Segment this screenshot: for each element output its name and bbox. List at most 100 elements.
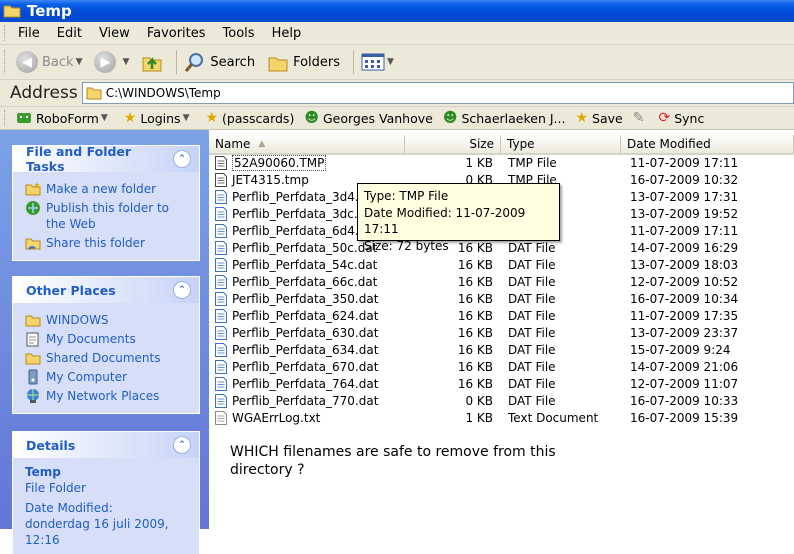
file-name-cell[interactable]: Perflib_Perfdata_66c.dat [209, 274, 405, 289]
file-name-cell[interactable]: Perflib_Perfdata_770.dat [209, 393, 405, 408]
new-folder-icon: ✱ [25, 182, 41, 196]
file-name-cell[interactable]: Perflib_Perfdata_54c.dat [209, 257, 405, 272]
roboform-dropdown-icon[interactable]: ▼ [101, 113, 108, 123]
sync-button[interactable]: ⟳ Sync [658, 110, 704, 126]
column-header-type[interactable]: Type [501, 135, 621, 153]
passcards-button[interactable]: ★ (passcards) [205, 110, 294, 126]
identity-schaerlaeken-button[interactable]: ☻ Schaerlaeken J... [443, 110, 566, 126]
file-name-cell[interactable]: Perflib_Perfdata_630.dat [209, 325, 405, 340]
address-label: Address [10, 83, 78, 103]
menu-tools[interactable]: Tools [223, 26, 255, 41]
file-name-cell[interactable]: Perflib_Perfdata_634.dat [209, 342, 405, 357]
collapse-chevron-icon[interactable]: ⌃ [173, 281, 191, 299]
file-row[interactable]: Perflib_Perfdata_630.dat 16 KB DAT File 13-… [209, 324, 794, 341]
file-folder-tasks-header[interactable]: File and Folder Tasks ⌃ [13, 144, 199, 174]
file-size: 16 KB [457, 359, 493, 374]
file-date-modified: 14-07-2009 16:29 [630, 240, 739, 255]
file-size: 1 KB [465, 410, 493, 425]
collapse-chevron-icon[interactable]: ⌃ [173, 150, 191, 168]
folders-button[interactable]: Folders [267, 52, 340, 72]
menu-help[interactable]: Help [272, 26, 302, 41]
tooltip-size: Size: 72 bytes [364, 238, 449, 253]
dat-file-icon [215, 359, 227, 374]
place-shared-documents[interactable]: Shared Documents [25, 350, 191, 366]
pen-button[interactable]: ✎ [633, 110, 649, 126]
toolbar-grip[interactable] [4, 50, 8, 74]
file-row[interactable]: Perflib_Perfdata_350.dat 16 KB DAT File 16-… [209, 290, 794, 307]
file-name-cell[interactable]: 52A90060.TMP [209, 154, 405, 171]
folder-icon [25, 315, 41, 327]
roboform-button[interactable]: RoboForm ▼ [16, 111, 114, 126]
file-name-cell[interactable]: Perflib_Perfdata_764.dat [209, 376, 405, 391]
folders-label: Folders [293, 54, 341, 70]
column-header-name[interactable]: Name ▲ [209, 135, 405, 153]
links-grip[interactable] [4, 110, 8, 126]
file-date-modified: 13-07-2009 17:31 [630, 189, 739, 204]
file-row[interactable]: Perflib_Perfdata_764.dat 16 KB DAT File 12-… [209, 375, 794, 392]
menu-favorites[interactable]: Favorites [147, 26, 206, 41]
place-my-computer[interactable]: My Computer [25, 369, 191, 385]
dat-file-icon [215, 223, 227, 238]
forward-dropdown-icon[interactable]: ▼ [122, 57, 129, 67]
folders-icon [268, 57, 288, 72]
file-name-cell[interactable]: WGAErrLog.txt [209, 410, 405, 425]
task-share-folder[interactable]: Share this folder [25, 235, 191, 251]
column-header-date-modified[interactable]: Date Modified [621, 135, 794, 153]
file-name: Perflib_Perfdata_764.dat [232, 376, 379, 391]
save-link-button[interactable]: ★ Save [575, 110, 622, 126]
file-folder-tasks-body: ✱ Make a new folder Publish this folder … [13, 172, 199, 260]
place-my-documents-label: My Documents [46, 332, 136, 346]
views-button[interactable]: ▼ [361, 52, 400, 72]
menu-grip[interactable] [4, 25, 8, 41]
forward-button[interactable]: ▶ ▼ [94, 51, 135, 73]
other-places-body: WINDOWS My Documents Shared Documents My… [13, 303, 199, 413]
place-my-network-places[interactable]: My Network Places [25, 388, 191, 404]
file-row[interactable]: Perflib_Perfdata_634.dat 16 KB DAT File 15-… [209, 341, 794, 358]
back-button[interactable]: ◀ Back ▼ [16, 51, 88, 73]
logins-button[interactable]: ★ Logins ▼ [124, 110, 196, 126]
file-row[interactable]: Perflib_Perfdata_624.dat 16 KB DAT File 11-… [209, 307, 794, 324]
identity-georges-button[interactable]: ☻ Georges Vanhove [304, 110, 433, 126]
sync-icon: ⟳ [658, 110, 671, 126]
search-button[interactable]: Search [184, 51, 255, 73]
back-label: Back [42, 54, 74, 70]
roboform-icon [17, 113, 31, 123]
file-row[interactable]: Perflib_Perfdata_770.dat 0 KB DAT File 16-0… [209, 392, 794, 409]
up-folder-button[interactable] [141, 52, 163, 72]
file-name-cell[interactable]: Perflib_Perfdata_624.dat [209, 308, 405, 323]
details-modified: Date Modified: donderdag 16 juli 2009, 1… [25, 501, 169, 547]
file-row[interactable]: Perflib_Perfdata_66c.dat 16 KB DAT File 12-… [209, 273, 794, 290]
task-publish-web-label: Publish this folder to the Web [46, 201, 169, 231]
identity-icon: ☻ [442, 110, 458, 126]
details-header[interactable]: Details ⌃ [13, 432, 199, 458]
save-label: Save [592, 110, 623, 126]
title-bar[interactable]: Temp [0, 0, 794, 22]
file-size: 16 KB [457, 342, 493, 357]
task-make-new-folder[interactable]: ✱ Make a new folder [25, 181, 191, 197]
file-row[interactable]: 52A90060.TMP 1 KB TMP File 11-07-2009 17:11 [209, 154, 794, 171]
other-places-header[interactable]: Other Places ⌃ [13, 277, 199, 303]
other-places-title: Other Places [26, 282, 116, 298]
place-windows[interactable]: WINDOWS [25, 312, 191, 328]
column-header-size[interactable]: Size [405, 135, 501, 153]
file-row[interactable]: Perflib_Perfdata_670.dat 16 KB DAT File 14-… [209, 358, 794, 375]
menu-edit[interactable]: Edit [57, 26, 82, 41]
dat-file-icon [215, 376, 227, 391]
back-dropdown-icon[interactable]: ▼ [76, 57, 83, 67]
address-field[interactable]: C:\WINDOWS\Temp [81, 82, 794, 104]
logins-dropdown-icon[interactable]: ▼ [183, 113, 190, 123]
file-row[interactable]: WGAErrLog.txt 1 KB Text Document 16-07-2009… [209, 409, 794, 426]
column-name-label: Name [215, 137, 251, 151]
file-name-cell[interactable]: Perflib_Perfdata_350.dat [209, 291, 405, 306]
collapse-chevron-icon[interactable]: ⌃ [173, 436, 191, 454]
file-row[interactable]: Perflib_Perfdata_54c.dat 16 KB DAT File 13-… [209, 256, 794, 273]
menu-view[interactable]: View [99, 26, 130, 41]
file-size: 16 KB [457, 325, 493, 340]
file-name-cell[interactable]: Perflib_Perfdata_670.dat [209, 359, 405, 374]
file-size: 1 KB [465, 155, 493, 170]
task-publish-web[interactable]: Publish this folder to the Web [25, 200, 191, 232]
place-my-documents[interactable]: My Documents [25, 331, 191, 347]
identity-georges-label: Georges Vanhove [322, 110, 433, 126]
menu-file[interactable]: File [18, 26, 40, 41]
views-dropdown-icon[interactable]: ▼ [387, 57, 394, 67]
